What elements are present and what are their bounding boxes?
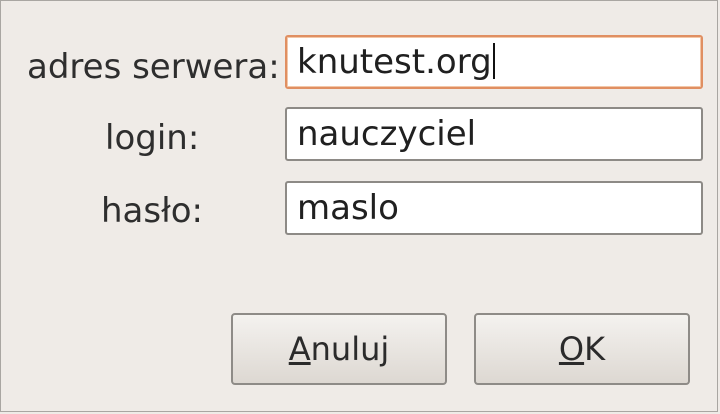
ok-label-rest: K xyxy=(584,330,606,368)
server-address-field[interactable]: knutest.org xyxy=(285,35,703,89)
password-field[interactable]: maslo xyxy=(285,181,703,235)
ok-button[interactable]: OK xyxy=(474,313,690,385)
login-dialog: adres serwera: knutest.org login: nauczy… xyxy=(0,0,718,412)
server-address-label: adres serwera: xyxy=(27,47,280,87)
password-label: hasło: xyxy=(101,191,204,231)
login-value: nauczyciel xyxy=(297,114,477,154)
login-label: login: xyxy=(105,118,200,158)
cancel-button[interactable]: Anuluj xyxy=(231,313,447,385)
cancel-mnemonic: A xyxy=(288,330,311,368)
ok-mnemonic: O xyxy=(558,330,585,368)
cancel-label-rest: nuluj xyxy=(310,330,390,368)
server-address-value: knutest.org xyxy=(297,42,492,82)
password-value: maslo xyxy=(297,188,399,228)
login-field[interactable]: nauczyciel xyxy=(285,107,703,161)
text-caret xyxy=(492,43,495,79)
